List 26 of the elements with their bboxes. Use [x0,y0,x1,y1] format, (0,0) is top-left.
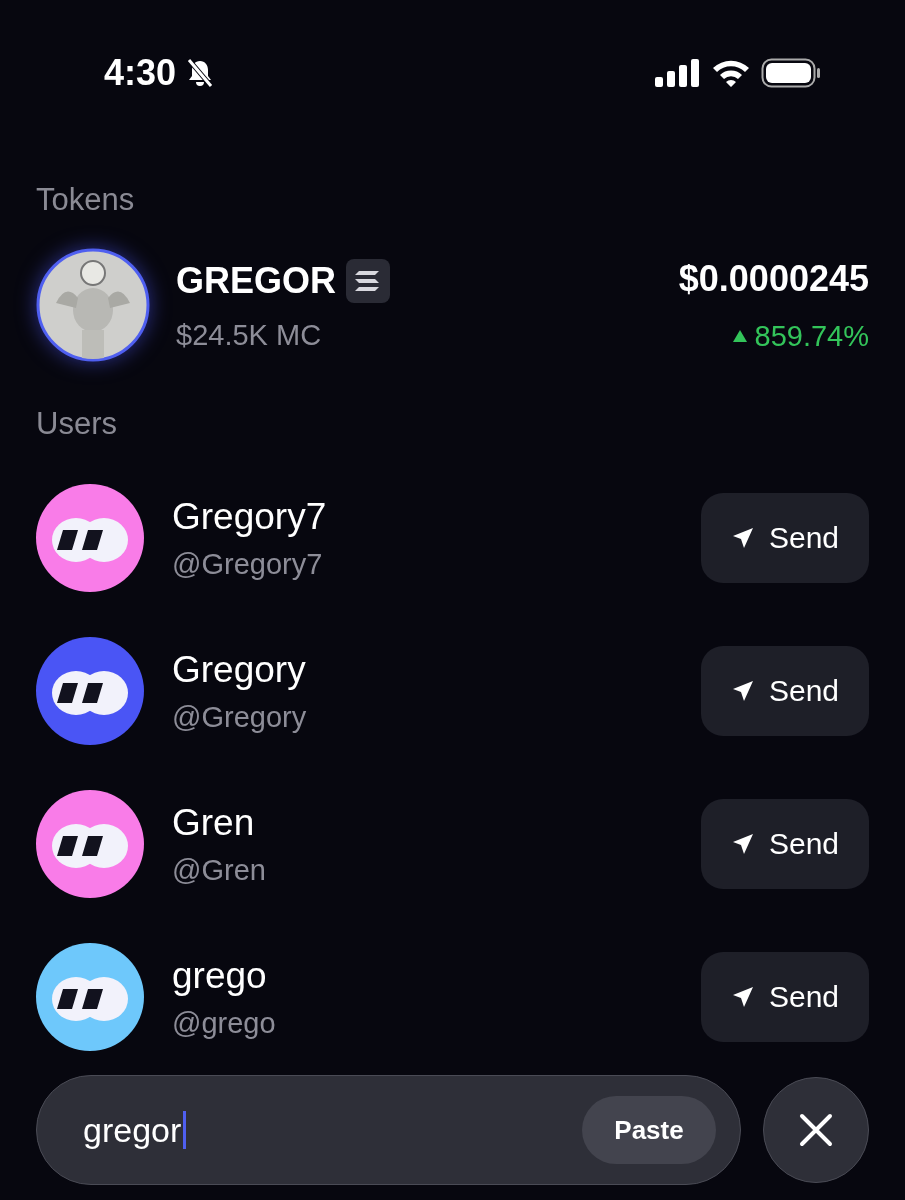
send-button[interactable]: Send [701,493,869,583]
section-heading: Users [36,406,118,442]
market-cap: $24.5K MC [176,318,323,352]
price-change: 859.74% [754,319,869,353]
battery-icon [761,58,821,88]
chain-icon [346,258,390,303]
send-button[interactable]: Send [701,646,869,736]
user-name: Gregory7 [172,495,328,538]
user-handle: @Gregory [172,700,308,734]
search-field[interactable]: gregor Paste [36,1075,741,1185]
send-button[interactable]: Send [701,799,869,889]
section-heading: Tokens [36,182,136,218]
send-button[interactable]: Send [701,952,869,1042]
token-name: GREGOR [176,259,336,302]
user-handle: @Gren [172,853,267,887]
user-name: grego [172,954,268,997]
user-handle: @grego [172,1006,277,1040]
user-name: Gren [172,801,256,844]
paste-button[interactable]: Paste [582,1096,716,1164]
signal-icon [655,59,701,87]
status-time: 4:30 [104,52,177,94]
close-icon [799,1113,833,1147]
token-price: $0.0000245 [678,257,869,300]
user-name: Gregory [172,648,307,691]
wifi-icon [711,58,751,88]
user-handle: @Gregory7 [172,547,324,581]
